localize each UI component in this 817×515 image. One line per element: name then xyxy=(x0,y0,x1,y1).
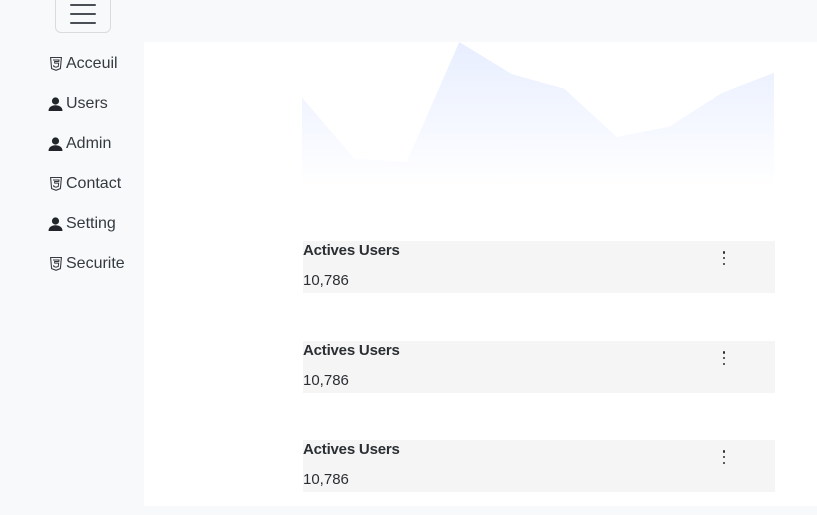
kebab-menu-icon[interactable] xyxy=(720,450,728,464)
sidebar-item-admin[interactable]: Admin xyxy=(47,124,125,164)
person-icon xyxy=(47,95,64,113)
html5-icon xyxy=(47,255,64,273)
card-value: 10,786 xyxy=(303,471,349,488)
sidebar: Acceuil Users Admin Contact Setting Secu… xyxy=(0,42,144,506)
sidebar-item-label: Acceuil xyxy=(66,55,118,72)
card-title: Actives Users xyxy=(303,242,400,259)
active-users-card: Actives Users 10,786 xyxy=(303,241,775,293)
sidebar-item-setting[interactable]: Setting xyxy=(47,204,125,244)
sidebar-item-securite[interactable]: Securite xyxy=(47,244,125,284)
kebab-menu-icon[interactable] xyxy=(720,351,728,365)
card-title: Actives Users xyxy=(303,342,400,359)
person-icon xyxy=(47,215,64,233)
html5-icon xyxy=(47,55,64,73)
sidebar-item-label: Contact xyxy=(66,175,122,192)
sidebar-item-label: Admin xyxy=(66,135,112,152)
sidebar-nav: Acceuil Users Admin Contact Setting Secu… xyxy=(47,44,125,284)
hamburger-bar xyxy=(70,12,96,15)
person-icon xyxy=(47,135,64,153)
top-navbar xyxy=(0,0,810,42)
sidebar-item-contact[interactable]: Contact xyxy=(47,164,125,204)
sidebar-item-label: Setting xyxy=(66,215,116,232)
sidebar-item-label: Securite xyxy=(66,255,125,272)
active-users-card: Actives Users 10,786 xyxy=(303,341,775,393)
sidebar-item-users[interactable]: Users xyxy=(47,84,125,124)
card-title: Actives Users xyxy=(303,441,400,458)
card-value: 10,786 xyxy=(303,372,349,389)
kebab-menu-icon[interactable] xyxy=(720,251,728,265)
hamburger-bar xyxy=(70,21,96,24)
hamburger-menu-icon[interactable] xyxy=(55,0,111,33)
hamburger-bar xyxy=(70,3,96,6)
active-users-card: Actives Users 10,786 xyxy=(303,440,775,492)
card-value: 10,786 xyxy=(303,272,349,289)
footer-strip xyxy=(0,506,817,515)
main-content: Actives Users 10,786 Actives Users 10,78… xyxy=(144,42,817,506)
area-chart xyxy=(302,42,774,188)
chart-area xyxy=(302,42,774,188)
sidebar-item-acceuil[interactable]: Acceuil xyxy=(47,44,125,84)
sidebar-item-label: Users xyxy=(66,95,108,112)
html5-icon xyxy=(47,175,64,193)
